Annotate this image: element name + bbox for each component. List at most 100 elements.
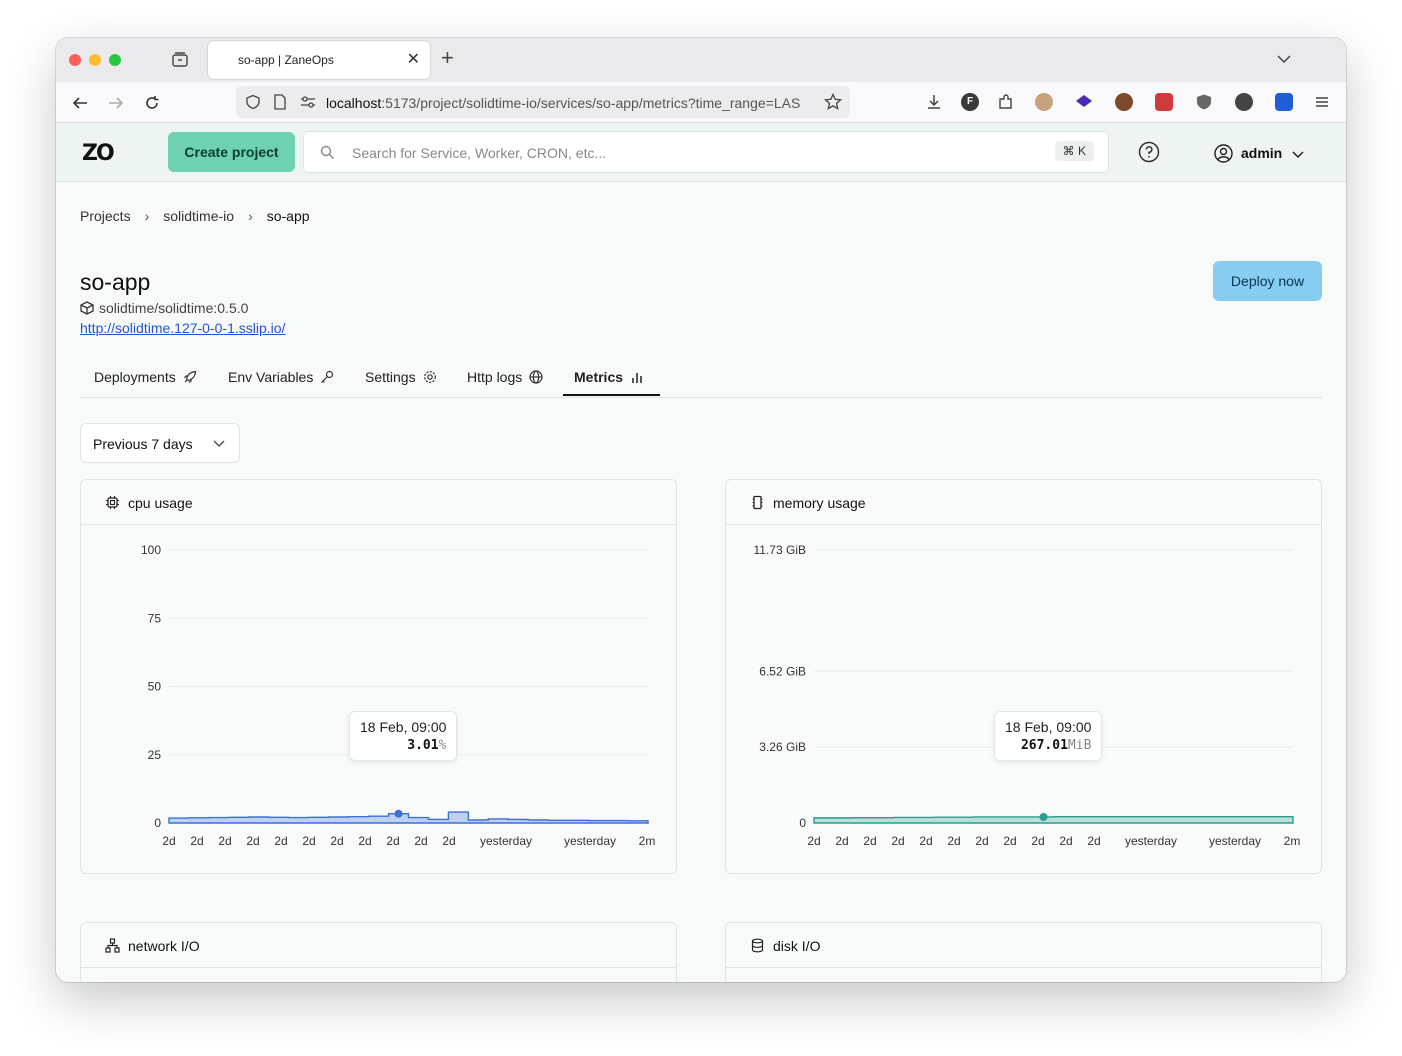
extension-cookie-icon[interactable] [1115,93,1133,111]
extension-bitwarden-icon[interactable] [1275,93,1293,111]
extension-red-icon[interactable] [1155,93,1173,111]
forward-arrow-icon[interactable] [107,94,125,112]
y-tick-label: 11.73 GiB [754,543,806,557]
deploy-now-button[interactable]: Deploy now [1213,261,1322,301]
cpu-usage-chart[interactable]: 0 25 50 75 100 2d 2d 2d 2d 2d 2d 2d 2d 2d 2d 2d yesterda… [81,525,677,873]
help-icon[interactable] [1138,141,1160,163]
tab-http-logs[interactable]: Http logs [467,369,543,385]
hamburger-menu-icon[interactable] [1313,93,1331,111]
y-tick-label: 50 [148,680,162,694]
create-project-button[interactable]: Create project [168,132,295,172]
breadcrumb-project[interactable]: solidtime-io [163,208,234,224]
x-tick-label: yesterday [1209,834,1261,848]
service-url-link[interactable]: http://solidtime.127-0-0-1.sslip.io/ [80,320,285,336]
x-tick-label: 2d [162,834,175,848]
tab-overview-icon[interactable] [171,51,189,69]
extension-face-icon[interactable] [1035,93,1053,111]
memory-icon [752,495,763,510]
x-tick-label: 2d [807,834,820,848]
card-title: cpu usage [128,495,193,511]
x-tick-label: 2d [414,834,427,848]
user-name: admin [1241,145,1283,161]
bookmark-star-icon[interactable] [824,93,842,111]
breadcrumb-projects[interactable]: Projects [80,208,131,224]
x-tick-label: yesterday [1125,834,1177,848]
downloads-icon[interactable] [925,93,943,111]
card-title: memory usage [773,495,866,511]
tab-env-variables[interactable]: Env Variables [228,369,334,385]
x-tick-label: 2d [386,834,399,848]
zoom-window-button[interactable] [109,54,121,66]
package-icon [80,301,94,315]
search-input[interactable]: Search for Service, Worker, CRON, etc...… [303,131,1109,173]
key-icon [321,370,334,383]
database-icon [751,938,764,953]
user-circle-icon [1214,144,1233,163]
minimize-window-button[interactable] [89,54,101,66]
extension-layers-icon[interactable] [1075,93,1093,111]
gear-icon [423,371,436,383]
reload-icon[interactable] [143,94,161,112]
extension-circle-icon[interactable] [1235,93,1253,111]
browser-toolbar: localhost:5173/project/solidtime-io/serv… [56,82,1346,123]
x-tick-label: 2d [1031,834,1044,848]
tooltip-value-number: 3.01 [407,738,439,753]
breadcrumb: Projects › solidtime-io › so-app [80,208,310,224]
memory-usage-card: memory usage 0 3.26 GiB 6.52 GiB 11.73 GiB 2… [725,479,1322,874]
disk-io-card: disk I/O [725,922,1322,982]
browser-tabbar: so-app | ZaneOps ✕ + [56,38,1346,82]
tooltip-date: 18 Feb, 09:00 [1005,719,1092,735]
tab-metrics[interactable]: Metrics [574,369,644,385]
tab-settings[interactable]: Settings [365,369,437,385]
shield-icon [246,94,260,110]
url-bar[interactable]: localhost:5173/project/solidtime-io/serv… [236,86,850,118]
tab-label: Env Variables [228,369,314,385]
back-arrow-icon[interactable] [71,94,89,112]
chart-tooltip: 18 Feb, 09:00 267.01MiB [994,711,1103,761]
tooltip-unit: % [438,738,447,753]
x-tick-label: 2d [442,834,455,848]
active-data-point [394,809,403,818]
x-tick-label: 2d [274,834,287,848]
network-icon [105,938,120,953]
extension-ublock-icon[interactable] [1195,93,1213,111]
url-path: :5173/project/solidtime-io/services/so-a… [381,95,801,111]
url-text: localhost:5173/project/solidtime-io/serv… [326,95,816,111]
tab-label: Settings [365,369,416,385]
x-tick-label: 2m [639,834,656,848]
card-title: network I/O [128,938,200,954]
app-logo[interactable]: ZO [82,141,115,166]
time-range-value: Previous 7 days [93,436,193,452]
close-window-button[interactable] [69,54,81,66]
extension-f-icon[interactable]: F [961,93,979,111]
tooltip-value-number: 267.01 [1020,738,1068,753]
active-tab-underline [563,394,660,396]
x-tick-label: 2d [919,834,932,848]
series-area [813,816,1294,824]
memory-usage-chart[interactable]: 0 3.26 GiB 6.52 GiB 11.73 GiB 2d 2d 2d 2d 2d 2d 2d… [726,525,1322,873]
x-tick-label: 2d [246,834,259,848]
search-icon [320,145,334,159]
new-tab-icon[interactable]: + [441,47,454,69]
x-tick-label: yesterday [480,834,532,848]
card-header: cpu usage [81,480,676,525]
chevron-down-icon [1292,151,1304,159]
page-title: so-app [80,269,151,295]
close-tab-icon[interactable]: ✕ [407,49,420,69]
tab-list-chevron-icon[interactable] [1276,51,1292,67]
extensions-puzzle-icon[interactable] [997,93,1015,111]
service-tabs: Deployments Env Variables Settings Http … [80,360,1322,398]
browser-tab-active[interactable]: so-app | ZaneOps ✕ [208,41,430,79]
main-content: Projects › solidtime-io › so-app so-app … [56,182,1346,982]
time-range-select[interactable]: Previous 7 days [80,423,240,463]
search-shortcut: ⌘ K [1054,141,1094,161]
x-tick-label: 2d [358,834,371,848]
y-tick-label: 75 [148,611,162,625]
x-tick-label: 2d [330,834,343,848]
cpu-icon [106,496,119,509]
tooltip-unit: MiB [1067,738,1092,753]
card-title: disk I/O [773,938,821,954]
tab-deployments[interactable]: Deployments [94,369,197,385]
y-tick-label: 0 [154,816,161,830]
chevron-right-icon: › [248,208,253,224]
